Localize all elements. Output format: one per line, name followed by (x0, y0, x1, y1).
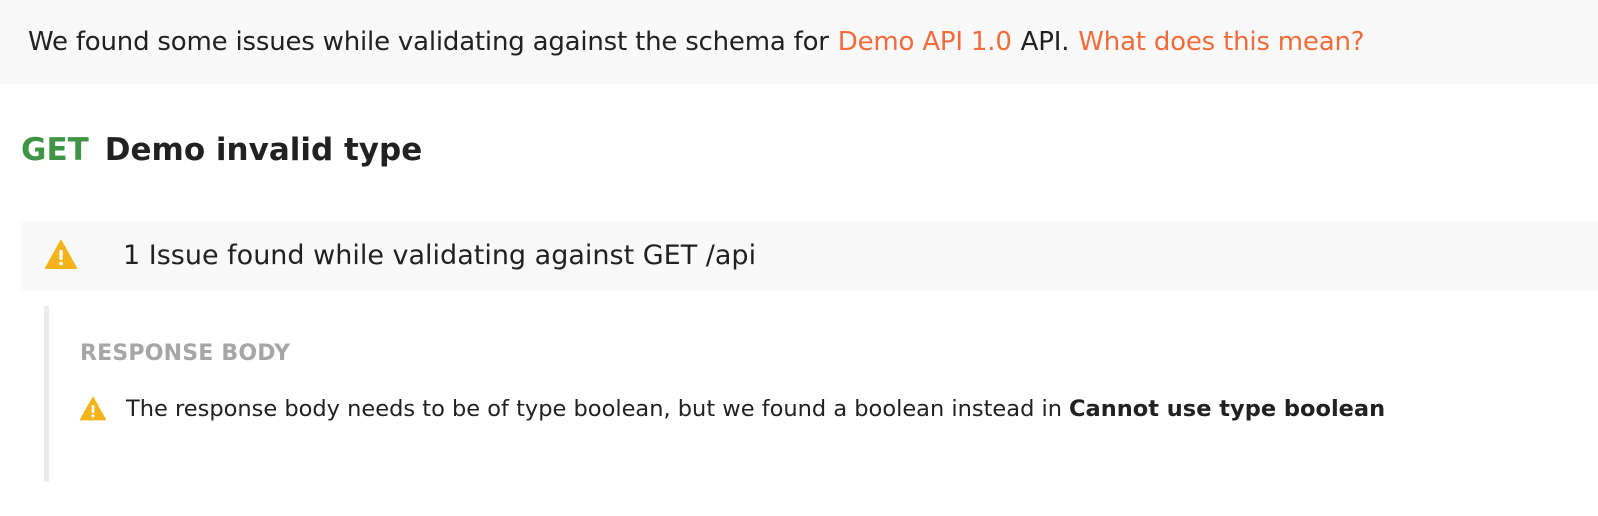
api-schema-link[interactable]: Demo API 1.0 (838, 27, 1012, 57)
issue-details: RESPONSE BODY The response body needs to… (44, 306, 1598, 482)
warning-icon (80, 396, 106, 421)
validation-banner: We found some issues while validating ag… (0, 0, 1598, 84)
banner-text: We found some issues while validating ag… (28, 27, 829, 57)
section-label: RESPONSE BODY (80, 341, 291, 366)
request-title: GET Demo invalid type (21, 132, 422, 168)
help-link[interactable]: What does this mean? (1078, 27, 1364, 57)
warning-icon (45, 240, 77, 269)
banner-api-suffix: API. (1020, 27, 1070, 57)
request-name: Demo invalid type (104, 132, 423, 168)
issues-summary-row[interactable]: 1 Issue found while validating against G… (21, 221, 1598, 290)
request-method: GET (21, 132, 89, 168)
issue-item: The response body needs to be of type bo… (80, 396, 1385, 422)
issue-detail: Cannot use type boolean (1069, 396, 1386, 422)
issue-message: The response body needs to be of type bo… (126, 396, 1063, 422)
issues-summary-text: 1 Issue found while validating against G… (123, 240, 757, 271)
